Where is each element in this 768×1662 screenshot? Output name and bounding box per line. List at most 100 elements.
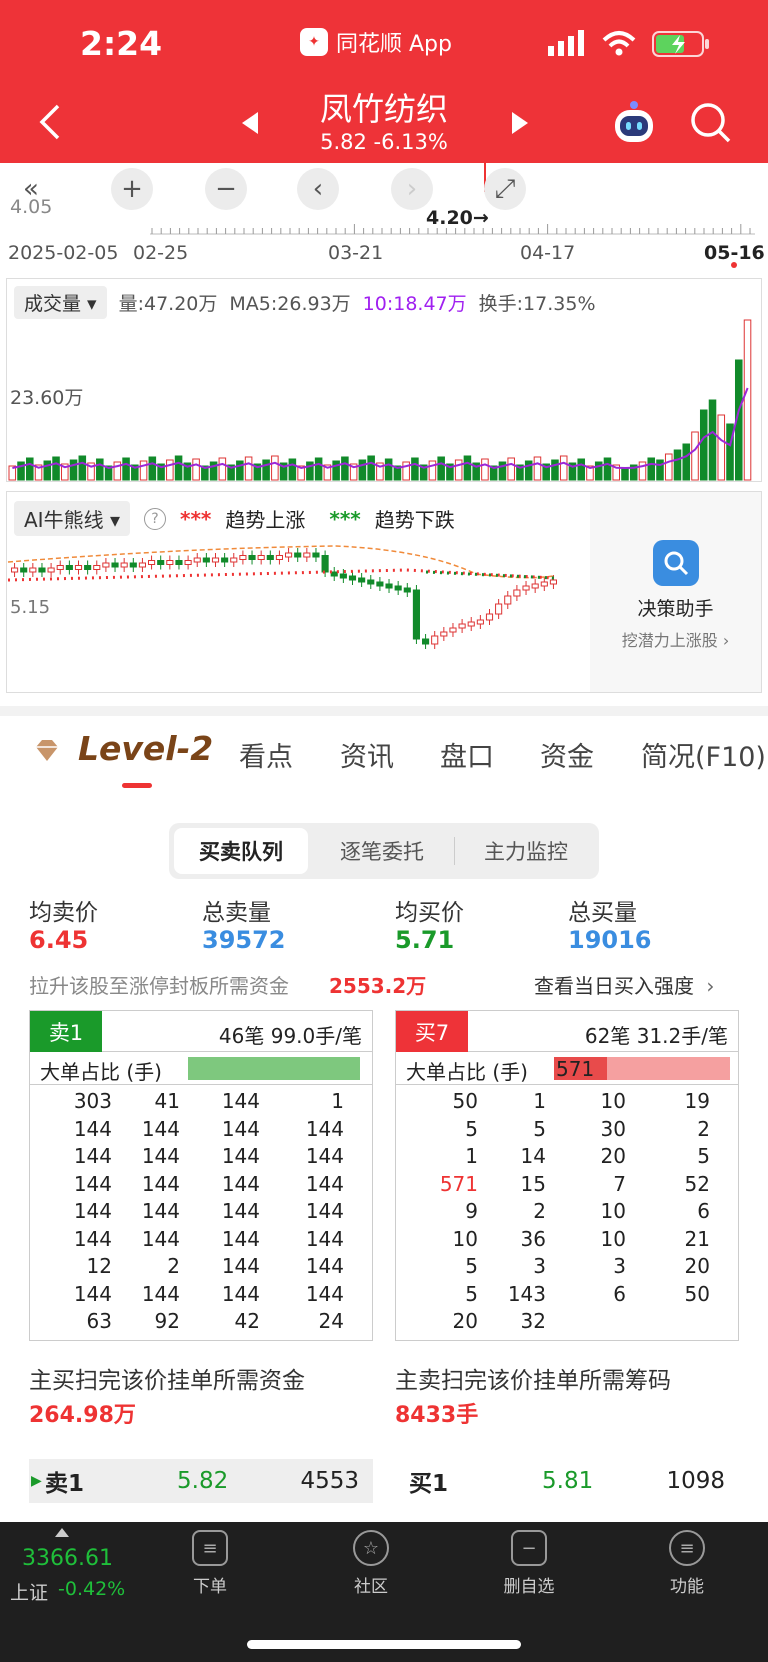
queue-cell: 9: [465, 1199, 478, 1223]
queue-cell: 144: [305, 1171, 344, 1196]
queue-cell: 1: [465, 1144, 478, 1168]
nav-remove-watchlist[interactable]: − 删自选: [484, 1530, 574, 1597]
volume-bar: [78, 455, 87, 481]
nav-functions[interactable]: ≡ 功能: [642, 1530, 732, 1597]
volume-bar: [647, 457, 656, 481]
volume-bar: [577, 458, 585, 481]
zoom-out-button[interactable]: −: [205, 168, 247, 210]
help-icon[interactable]: ?: [144, 507, 166, 530]
queue-row: 5 5 30 2: [396, 1115, 738, 1143]
decision-assistant-card[interactable]: 决策助手 挖潜力上涨股 ›: [590, 492, 761, 692]
candle-body: [84, 565, 92, 570]
status-app-badge: ✦ 同花顺 App: [300, 26, 452, 58]
queue-cell: 144: [73, 1199, 112, 1223]
queue-cell: 144: [305, 1144, 344, 1168]
sell1-quote-row[interactable]: ▶ 卖1 5.82 4553: [29, 1459, 373, 1503]
zoom-in-button[interactable]: +: [111, 168, 153, 210]
robot-assistant-icon[interactable]: [610, 100, 658, 146]
candle-body: [47, 567, 55, 573]
queue-cell: 144: [305, 1281, 344, 1306]
date-label-1: 2025-02-05: [8, 242, 119, 264]
tab-news[interactable]: 资讯: [340, 735, 394, 774]
sell-big-order-bar: [188, 1057, 364, 1080]
star-badge-icon: ☆: [353, 1530, 389, 1566]
candle-body: [549, 579, 557, 585]
segment-main-monitor[interactable]: 主力监控: [456, 828, 596, 874]
tab-orderbook[interactable]: 盘口: [440, 735, 494, 774]
pan-right-button[interactable]: ›: [391, 168, 433, 210]
queue-cell: 5: [465, 1116, 478, 1141]
tab-profile[interactable]: 简况(F10): [641, 735, 766, 774]
candle-body: [485, 613, 494, 621]
nav-order[interactable]: ≡ 下单: [165, 1530, 255, 1597]
candle-body: [266, 555, 274, 560]
nav-community[interactable]: ☆ 社区: [326, 1530, 416, 1597]
queue-cell: 50: [684, 1281, 710, 1306]
sell1-vol: 4553: [300, 1468, 359, 1494]
queue-cell: 92: [154, 1309, 180, 1333]
date-label-4: 04-17: [520, 242, 576, 264]
candle-body: [412, 589, 421, 640]
minus-box-icon: −: [511, 1530, 547, 1566]
tab-highlights[interactable]: 看点: [239, 735, 293, 774]
candle-body: [38, 567, 46, 573]
sell-queue-header: 卖1 46笔 99.0手/笔: [30, 1011, 372, 1052]
index-value[interactable]: 3366.61: [22, 1546, 113, 1571]
queue-cell: 32: [520, 1309, 546, 1333]
collapse-left-button[interactable]: «: [10, 168, 52, 210]
volume-bar: [69, 459, 78, 481]
queue-cell: 10: [600, 1226, 626, 1251]
candle-body: [239, 555, 247, 560]
next-stock-icon[interactable]: [508, 110, 532, 136]
segment-queue[interactable]: 买卖队列: [174, 828, 308, 874]
sell-queue-tag: 卖1: [30, 1011, 102, 1052]
buy-strength-label: 查看当日买入强度: [534, 974, 694, 998]
queue-row: 144 144 144 144: [30, 1280, 372, 1308]
candle-body: [440, 631, 448, 637]
tab-level2[interactable]: Level-2: [78, 729, 213, 768]
queue-cell: 63: [86, 1309, 112, 1333]
queue-cell: 144: [221, 1116, 260, 1141]
sweep-sell-value: 264.98万: [29, 1403, 136, 1428]
volume-bar: [52, 456, 60, 481]
queue-cell: 20: [684, 1254, 710, 1278]
queue-cell: 144: [221, 1199, 260, 1223]
sell-queue-meta: 46笔 99.0手/笔: [218, 1024, 362, 1048]
buy1-quote-row[interactable]: 买1 5.81 1098: [395, 1459, 739, 1503]
tab-fund-flow[interactable]: 资金: [540, 735, 594, 774]
buy-big-order-bar: 571: [554, 1057, 730, 1081]
queue-cell: 144: [141, 1116, 180, 1141]
search-icon[interactable]: [690, 102, 732, 144]
volume-ma-line: [12, 387, 749, 470]
volume-bar: [341, 456, 349, 481]
candle-body: [540, 581, 548, 587]
segment-tick-orders[interactable]: 逐笔委托: [312, 828, 452, 874]
queue-cell: 144: [141, 1281, 180, 1306]
ai-indicator-dropdown[interactable]: AI牛熊线 ▾: [14, 501, 130, 536]
candle-body: [74, 565, 83, 570]
nav-remove-watchlist-label: 删自选: [503, 1577, 555, 1597]
volume-bar: [507, 457, 515, 481]
queue-cell: 30: [600, 1116, 626, 1141]
queue-cell: 144: [73, 1226, 112, 1251]
queue-cell: 144: [221, 1144, 260, 1168]
fullscreen-button[interactable]: ⤢: [484, 168, 526, 210]
candle-body: [202, 557, 210, 563]
pan-left-button[interactable]: ‹: [297, 168, 339, 210]
queue-row: 5 143 6 50: [396, 1280, 738, 1308]
candle-body: [285, 552, 293, 558]
queue-row: 1 14 20 5: [396, 1142, 738, 1170]
volume-bar: [428, 460, 437, 481]
volume-bar: [691, 431, 699, 481]
sell-queue-panel: 卖1 46笔 99.0手/笔 大单占比 (手) 303 41 144 1 144 144 1…: [29, 1010, 373, 1341]
volume-bar: [411, 457, 419, 481]
legend-up-label: 趋势上涨: [225, 508, 306, 532]
avg-buy-price-label: 均买价: [395, 900, 464, 926]
volume-bar: [244, 456, 253, 481]
queue-cell: 5: [697, 1144, 710, 1168]
volume-bar: [717, 414, 726, 481]
volume-bar: [218, 457, 227, 481]
buy-strength-link[interactable]: 查看当日买入强度 ›: [534, 970, 714, 999]
queue-cell: 15: [520, 1171, 546, 1196]
nav-functions-label: 功能: [670, 1577, 704, 1597]
